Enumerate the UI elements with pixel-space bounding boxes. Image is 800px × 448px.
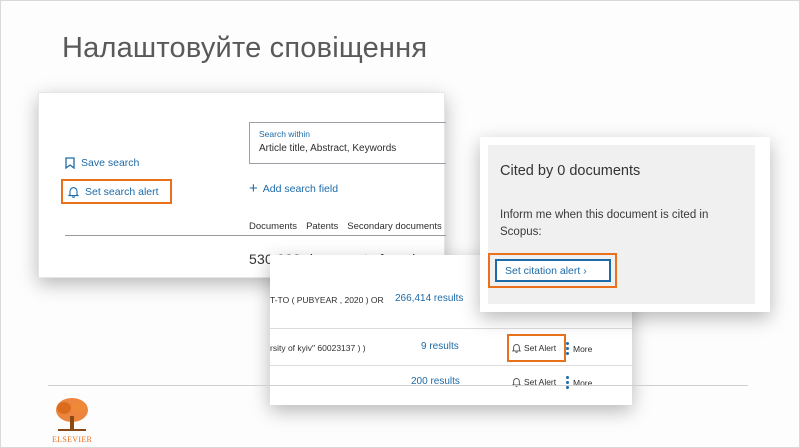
slide-title: Налаштовуйте сповіщення — [62, 32, 428, 64]
result-type-tabs: Documents Patents Secondary documents — [249, 221, 442, 232]
more-label: More — [573, 377, 593, 388]
set-citation-alert-button[interactable]: Set citation alert › — [495, 259, 611, 282]
tree-logo-icon — [56, 398, 88, 431]
elsevier-logo: ELSEVIER — [52, 394, 92, 444]
tab-secondary-documents[interactable]: Secondary documents — [347, 221, 442, 232]
plus-icon: + — [249, 180, 258, 197]
history-row-1-results-link[interactable]: 266,414 results — [395, 293, 463, 304]
footer-divider — [48, 385, 748, 386]
kebab-menu-icon — [566, 376, 569, 389]
bell-icon — [512, 344, 521, 353]
search-within-label: Search within — [259, 129, 311, 139]
history-row-2-more-button[interactable]: More — [566, 342, 592, 355]
tab-documents[interactable]: Documents — [249, 221, 297, 232]
history-row-2-results-link[interactable]: 9 results — [421, 341, 459, 352]
history-row-3-more-button[interactable]: More — [566, 376, 592, 389]
logo-wordmark: ELSEVIER — [52, 435, 93, 444]
set-search-alert-link[interactable]: Set search alert — [61, 179, 172, 204]
kebab-menu-icon — [566, 342, 569, 355]
set-alert-label: Set Alert — [524, 343, 557, 353]
add-search-field-link[interactable]: + Add search field — [249, 180, 339, 197]
row-divider — [270, 328, 632, 329]
save-search-link[interactable]: Save search — [65, 157, 139, 169]
bookmark-icon — [65, 157, 75, 169]
save-search-label: Save search — [81, 157, 140, 169]
cited-by-screenshot: Cited by 0 documents Inform me when this… — [480, 137, 770, 312]
chevron-right-icon: › — [583, 264, 587, 277]
search-within-value: Article title, Abstract, Keywords — [259, 143, 397, 154]
slide: Налаштовуйте сповіщення Save search Set … — [0, 0, 800, 448]
tab-patents[interactable]: Patents — [306, 221, 338, 232]
add-search-field-label: Add search field — [262, 183, 339, 195]
citation-alert-highlight: Set citation alert › — [488, 253, 617, 288]
cited-by-title: Cited by 0 documents — [500, 163, 641, 179]
set-search-alert-label: Set search alert — [85, 185, 159, 198]
cited-by-description: Inform me when this document is cited in… — [500, 209, 709, 238]
row-divider — [270, 365, 632, 366]
search-panel-screenshot: Save search Set search alert Search with… — [38, 92, 446, 278]
set-citation-alert-label: Set citation alert — [505, 264, 581, 277]
bell-icon — [68, 186, 79, 198]
more-label: More — [573, 343, 593, 354]
divider — [65, 235, 446, 236]
cited-by-panel: Cited by 0 documents Inform me when this… — [488, 145, 755, 304]
search-within-select[interactable]: Search within Article title, Abstract, K… — [249, 122, 446, 164]
history-row-2-set-alert-button[interactable]: Set Alert — [512, 343, 556, 353]
